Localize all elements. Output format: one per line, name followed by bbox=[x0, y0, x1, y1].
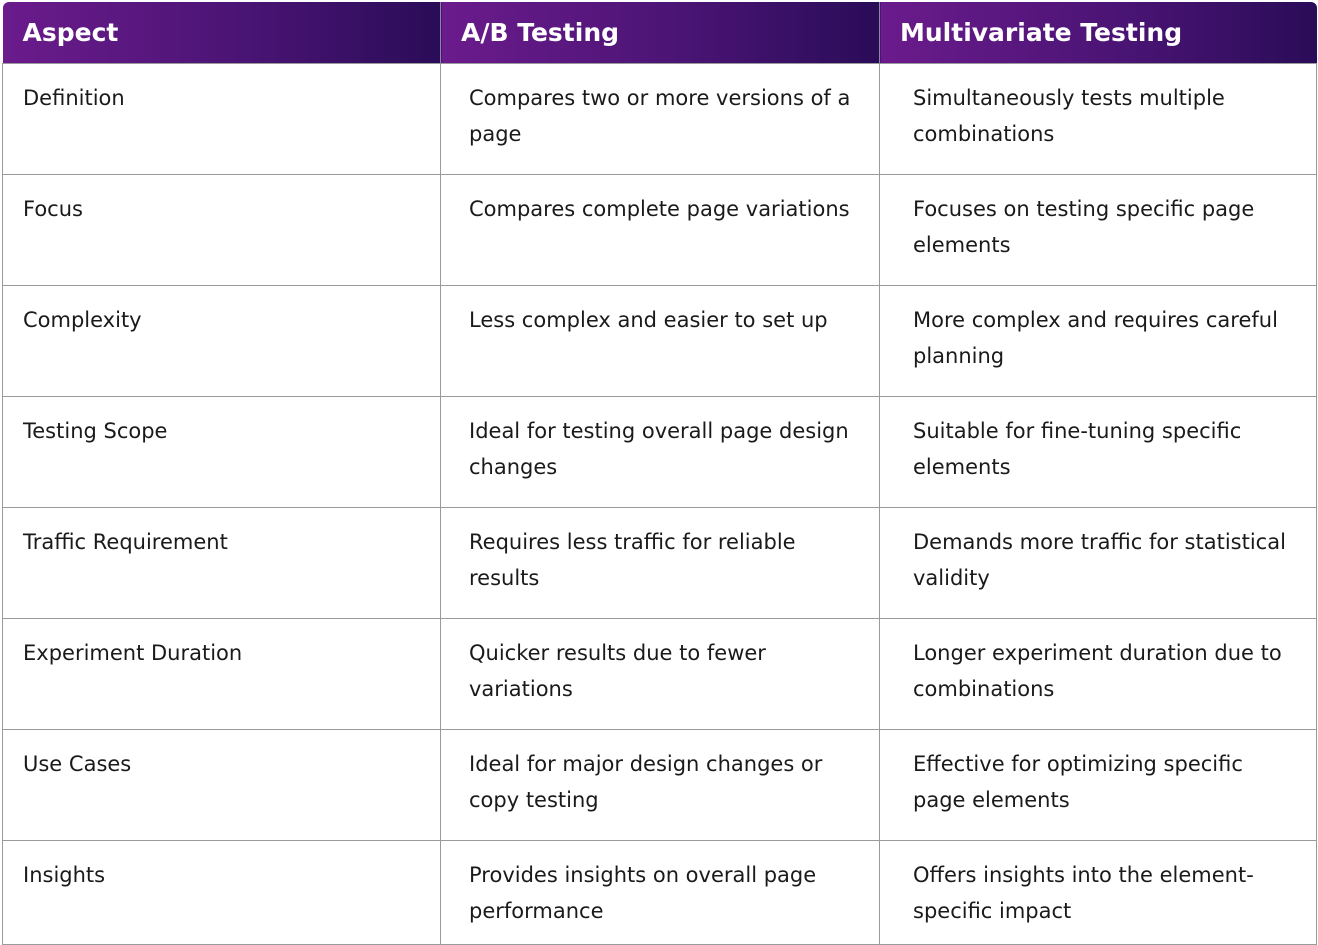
multivariate-cell: Longer experiment duration due to combin… bbox=[879, 618, 1317, 730]
aspect-cell: Definition bbox=[2, 63, 441, 175]
table-row: Complexity Less complex and easier to set… bbox=[2, 285, 1317, 397]
table-row: Definition Compares two or more versions … bbox=[2, 63, 1317, 175]
aspect-cell: Experiment Duration bbox=[2, 618, 441, 730]
ab-testing-cell: Less complex and easier to set up bbox=[440, 285, 880, 397]
table-row: Insights Provides insights on overall pag… bbox=[2, 840, 1317, 945]
multivariate-cell: Offers insights into the element-specifi… bbox=[879, 840, 1317, 945]
header-aspect: Aspect bbox=[2, 2, 441, 64]
ab-testing-cell: Ideal for major design changes or copy t… bbox=[440, 729, 880, 841]
ab-testing-cell: Compares two or more versions of a page bbox=[440, 63, 880, 175]
multivariate-cell: Effective for optimizing specific page e… bbox=[879, 729, 1317, 841]
header-row: Aspect A/B Testing Multivariate Testing bbox=[2, 2, 1317, 64]
ab-testing-cell: Requires less traffic for reliable resul… bbox=[440, 507, 880, 619]
ab-testing-cell: Provides insights on overall page perfor… bbox=[440, 840, 880, 945]
multivariate-cell: Simultaneously tests multiple combinatio… bbox=[879, 63, 1317, 175]
aspect-cell: Insights bbox=[2, 840, 441, 945]
ab-testing-cell: Ideal for testing overall page design ch… bbox=[440, 396, 880, 508]
table-row: Focus Compares complete page variations Fo… bbox=[2, 174, 1317, 286]
table-row: Experiment Duration Quicker results due t… bbox=[2, 618, 1317, 730]
multivariate-cell: Focuses on testing specific page element… bbox=[879, 174, 1317, 286]
table-row: Use Cases Ideal for major design changes … bbox=[2, 729, 1317, 841]
table-row: Testing Scope Ideal for testing overall p… bbox=[2, 396, 1317, 508]
ab-testing-cell: Quicker results due to fewer variations bbox=[440, 618, 880, 730]
multivariate-cell: Demands more traffic for statistical val… bbox=[879, 507, 1317, 619]
aspect-cell: Complexity bbox=[2, 285, 441, 397]
comparison-table: Aspect A/B Testing Multivariate Testing … bbox=[2, 2, 1317, 945]
aspect-cell: Focus bbox=[2, 174, 441, 286]
header-multivariate-testing: Multivariate Testing bbox=[879, 2, 1317, 64]
multivariate-cell: Suitable for fine-tuning specific elemen… bbox=[879, 396, 1317, 508]
header-ab-testing: A/B Testing bbox=[440, 2, 880, 64]
aspect-cell: Testing Scope bbox=[2, 396, 441, 508]
table-row: Traffic Requirement Requires less traffic… bbox=[2, 507, 1317, 619]
ab-testing-cell: Compares complete page variations bbox=[440, 174, 880, 286]
aspect-cell: Traffic Requirement bbox=[2, 507, 441, 619]
aspect-cell: Use Cases bbox=[2, 729, 441, 841]
multivariate-cell: More complex and requires careful planni… bbox=[879, 285, 1317, 397]
